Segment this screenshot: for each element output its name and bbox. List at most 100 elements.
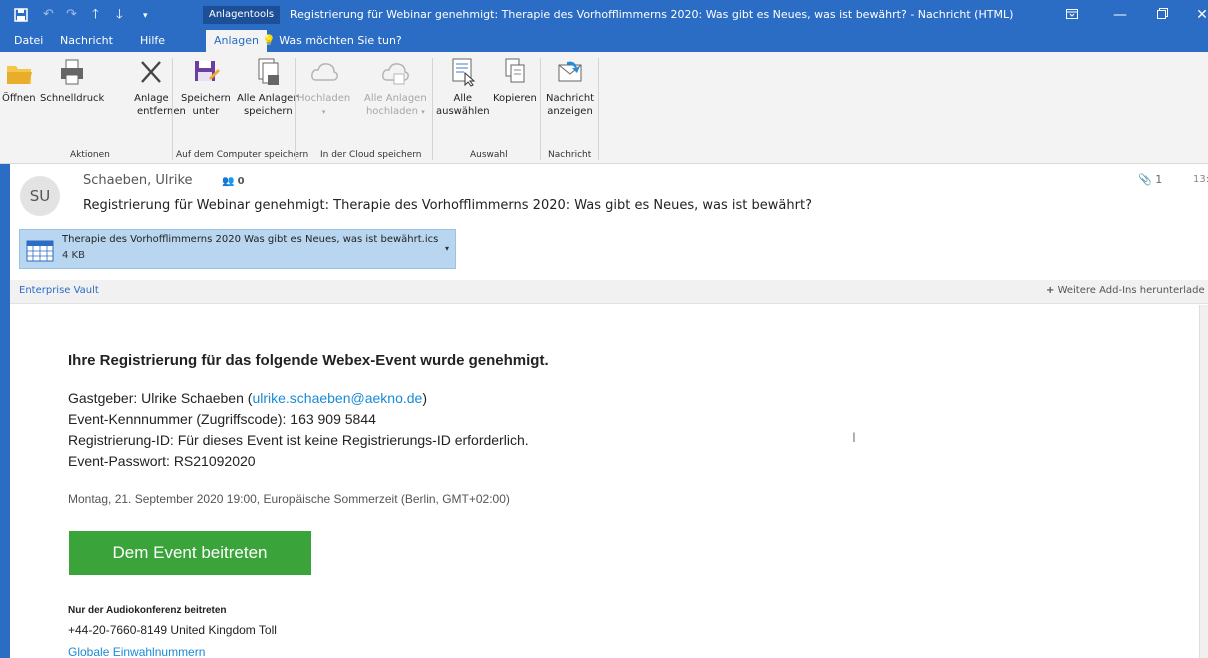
received-time: 13:: [1193, 174, 1208, 185]
close-icon[interactable]: ✕: [1190, 4, 1208, 26]
avatar[interactable]: SU: [20, 176, 60, 216]
vertical-scrollbar[interactable]: [1199, 305, 1208, 658]
tab-hilfe[interactable]: Hilfe: [140, 30, 165, 52]
tell-me-text: Was möchten Sie tun?: [279, 34, 402, 47]
attachment-size: 4 KB: [62, 250, 85, 261]
tab-nachricht[interactable]: Nachricht: [60, 30, 113, 52]
upload-button[interactable]: Hochladen ▾: [297, 56, 350, 119]
group-label-selection: Auswahl: [470, 150, 508, 160]
minimize-icon[interactable]: —: [1108, 4, 1132, 26]
save-all-label-2: speichern: [243, 106, 293, 117]
join-event-button[interactable]: Dem Event beitreten: [69, 531, 311, 575]
tab-anlagen[interactable]: Anlagen: [206, 30, 268, 52]
host-email-link[interactable]: ulrike.schaeben@aekno.de: [252, 390, 422, 406]
message-subject: Registrierung für Webinar genehmigt: The…: [83, 198, 812, 213]
save-all-label-1: Alle Anlagen: [237, 93, 300, 104]
remove-label-2: entfernen: [137, 106, 186, 117]
remove-attachment-button[interactable]: Anlage entfernen: [127, 56, 186, 118]
more-addins-link[interactable]: + Weitere Add-Ins herunterlade: [1046, 285, 1205, 296]
calendar-icon: [26, 240, 54, 262]
show-message-label-2: anzeigen: [547, 106, 593, 117]
arrow-down-icon[interactable]: 🡓: [116, 8, 123, 22]
select-all-icon: [452, 58, 476, 87]
customize-qat-icon[interactable]: ▾: [143, 9, 148, 23]
upload-all-button[interactable]: Alle Anlagen hochladen ▾: [364, 56, 427, 119]
save-as-button[interactable]: Speichern unter: [181, 56, 231, 118]
cloud-upload-icon: [382, 63, 410, 85]
upload-dropdown-icon: ▾: [321, 108, 326, 116]
remove-x-icon: [141, 61, 162, 83]
open-button[interactable]: Öffnen: [2, 56, 36, 105]
context-tools-label: Anlagentools: [203, 6, 281, 24]
chevron-down-icon[interactable]: ▾: [445, 244, 449, 253]
restore-icon[interactable]: [1150, 4, 1174, 26]
upload-all-label-1: Alle Anlagen: [364, 93, 427, 104]
group-label-message: Nachricht: [548, 150, 592, 160]
title-bar: ↶ ↷ 🡑 🡓 ▾ Anlagentools Registrierung für…: [0, 0, 1208, 52]
sender-name[interactable]: Schaeben, Ulrike: [83, 173, 193, 188]
attachment-name: Therapie des Vorhofflimmerns 2020 Was gi…: [62, 234, 439, 245]
ribbon-separator: [432, 58, 433, 160]
quick-print-label: Schnelldruck: [40, 93, 105, 104]
attachment-item[interactable]: Therapie des Vorhofflimmerns 2020 Was gi…: [19, 229, 456, 269]
ribbon-separator: [295, 58, 296, 160]
recipients-count[interactable]: 👥 0: [222, 176, 245, 187]
show-message-button[interactable]: Nachricht anzeigen: [546, 56, 594, 118]
save-all-icon: [258, 58, 280, 85]
global-dialin-link[interactable]: Globale Einwahlnummern: [68, 645, 205, 658]
event-number: Event-Kennnummer (Zugriffscode): 163 909…: [68, 411, 376, 427]
copy-button[interactable]: Kopieren: [493, 56, 537, 105]
group-label-actions: Aktionen: [70, 150, 110, 160]
paperclip-icon: 📎: [1138, 173, 1152, 186]
save-all-attachments-button[interactable]: Alle Anlagen speichern: [237, 56, 300, 118]
lightbulb-icon: 💡: [262, 34, 276, 47]
open-label: Öffnen: [2, 93, 36, 104]
event-date: Montag, 21. September 2020 19:00, Europä…: [68, 492, 510, 506]
ribbon-separator: [598, 58, 599, 160]
ribbon-separator: [172, 58, 173, 160]
group-label-save-cloud: In der Cloud speichern: [320, 150, 422, 160]
message-header: SU Schaeben, Ulrike 👥 0 Registrierung fü…: [10, 166, 1208, 222]
ribbon-separator: [540, 58, 541, 160]
select-all-label-2: auswählen: [436, 106, 490, 117]
event-password: Event-Passwort: RS21092020: [68, 453, 256, 469]
enterprise-vault-link[interactable]: Enterprise Vault: [19, 285, 99, 296]
registration-id: Registrierung-ID: Für dieses Event ist k…: [68, 432, 529, 448]
arrow-up-icon[interactable]: 🡑: [92, 8, 99, 22]
select-all-label-1: Alle: [453, 93, 473, 104]
host-label: Gastgeber: Ulrike Schaeben (: [68, 390, 253, 406]
window-title: Registrierung für Webinar genehmigt: The…: [290, 8, 1014, 21]
envelope-arrow-icon: [558, 61, 582, 82]
ribbon-display-icon[interactable]: [1060, 4, 1084, 26]
group-label-save-computer: Auf dem Computer speichern: [176, 150, 309, 160]
audio-number: +44-20-7660-8149 United Kingdom Toll: [68, 623, 277, 637]
upload-label: Hochladen: [297, 93, 351, 104]
more-addins-label: Weitere Add-Ins herunterlade: [1057, 285, 1205, 296]
quick-print-button[interactable]: Schnelldruck: [40, 56, 104, 105]
save-as-label-2: unter: [192, 106, 220, 117]
host-line: Gastgeber: Ulrike Schaeben (ulrike.schae…: [68, 390, 427, 406]
body-heading: Ihre Registrierung für das folgende Webe…: [68, 352, 549, 369]
copy-icon: [505, 58, 525, 83]
audio-heading: Nur der Audiokonferenz beitreten: [68, 605, 227, 616]
redo-icon[interactable]: ↷: [66, 8, 77, 22]
printer-icon: [61, 59, 84, 85]
tell-me-box[interactable]: 💡 Was möchten Sie tun?: [262, 30, 402, 52]
attachment-indicator: 📎 1: [1138, 173, 1162, 186]
people-icon: 👥: [222, 176, 235, 187]
attachment-count: 1: [1155, 173, 1163, 186]
save-disk-icon: [194, 61, 220, 81]
upload-all-dropdown-icon: ▾: [421, 108, 425, 116]
show-message-label-1: Nachricht: [546, 93, 595, 104]
cloud-icon: [310, 63, 338, 81]
plus-icon: +: [1046, 285, 1055, 296]
select-all-button[interactable]: Alle auswählen: [436, 56, 490, 118]
tab-datei[interactable]: Datei: [14, 30, 43, 52]
save-icon[interactable]: [14, 8, 28, 26]
host-close: ): [422, 390, 427, 406]
undo-icon[interactable]: ↶: [43, 8, 54, 22]
text-cursor-icon: I: [852, 429, 856, 445]
message-body: Ihre Registrierung für das folgende Webe…: [10, 305, 1198, 658]
ribbon: Öffnen Schnelldruck Anlage entfernen Akt…: [0, 52, 1208, 164]
addin-bar: Enterprise Vault + Weitere Add-Ins herun…: [10, 280, 1208, 304]
